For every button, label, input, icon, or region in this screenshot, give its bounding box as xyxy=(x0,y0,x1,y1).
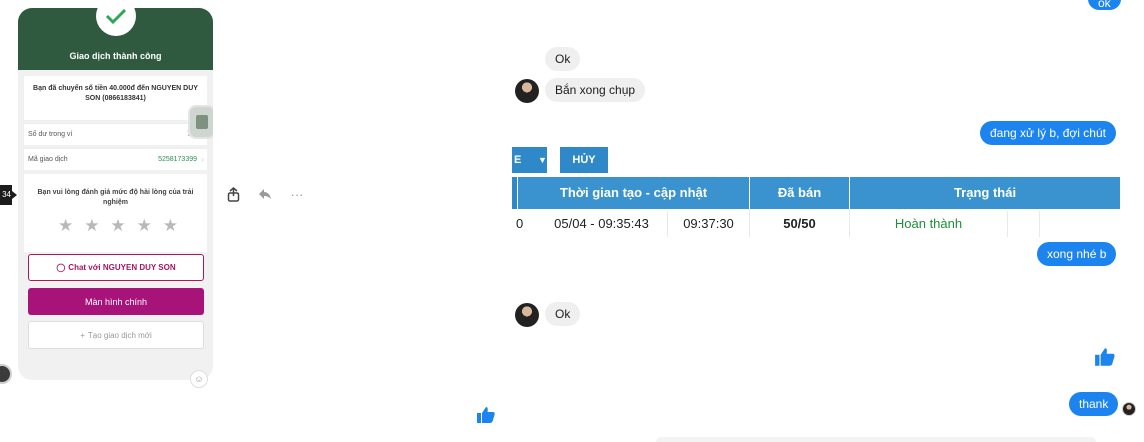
transaction-id-row: Mã giao dịch 5258173399 › xyxy=(24,148,207,170)
outgoing-message[interactable]: xong nhé b xyxy=(1037,242,1117,266)
reply-icon[interactable] xyxy=(256,185,274,203)
chevron-right-icon: › xyxy=(201,155,204,164)
star-icon[interactable]: ★ xyxy=(163,216,178,236)
header-status: Trạng thái xyxy=(953,185,1017,200)
payment-receipt-image[interactable]: Giao dịch thành công Bạn đã chuyển số ti… xyxy=(18,8,213,380)
side-tag: 34 xyxy=(0,185,17,205)
incoming-message[interactable]: Ok xyxy=(545,47,581,71)
star-icon[interactable]: ★ xyxy=(84,216,99,236)
rating-stars: ★ ★ ★ ★ ★ xyxy=(58,216,178,236)
chat-window: Giao dịch thành công Bạn đã chuyển số ti… xyxy=(0,0,1144,442)
rating-prompt: Bạn vui lòng đánh giá mức độ hài lòng củ… xyxy=(37,189,194,206)
incoming-message[interactable]: Bắn xong chụp xyxy=(545,78,646,102)
thumbs-up-icon xyxy=(477,407,495,423)
star-icon[interactable]: ★ xyxy=(137,216,152,236)
new-transaction-button[interactable]: + Tạo giao dịch mới xyxy=(28,321,204,349)
outgoing-message[interactable]: đang xử lý b, đợi chút xyxy=(980,121,1116,145)
chat-with-button[interactable]: ◯ Chat với NGUYEN DUY SON xyxy=(28,254,204,281)
balance-label: Số dư trong ví xyxy=(28,131,73,138)
avatar xyxy=(515,79,539,103)
rating-card xyxy=(24,174,207,252)
share-icon[interactable] xyxy=(224,185,242,203)
star-icon[interactable]: ★ xyxy=(110,216,125,236)
row-updated: 09:37:30 xyxy=(668,211,750,237)
cancel-button[interactable]: HỦY xyxy=(560,147,608,173)
chevron-down-icon: ▼ xyxy=(538,155,547,165)
row-created: 05/04 - 09:35:43 xyxy=(536,211,668,237)
incoming-message[interactable]: Ok xyxy=(545,302,581,326)
header-sold: Đã bán xyxy=(750,177,850,209)
table-header: Thời gian tạo - cập nhật Đã bán Trạng th… xyxy=(512,177,1120,209)
chat-bubble-icon: ◯ xyxy=(56,263,66,272)
balance-row: Số dư trong ví 7.5 xyxy=(24,123,207,145)
row-status: Hoàn thành xyxy=(850,211,1008,237)
more-icon[interactable]: ··· xyxy=(288,185,306,203)
outgoing-message[interactable]: ok xyxy=(1088,0,1121,10)
row-sold: 50/50 xyxy=(750,211,850,237)
header-created-updated: Thời gian tạo - cập nhật xyxy=(518,177,750,209)
row-empty-cell xyxy=(1008,211,1040,237)
avatar xyxy=(515,303,539,327)
thumbs-up-icon xyxy=(1095,348,1115,366)
table-row: 0 05/04 - 09:35:43 09:37:30 50/50 Hoàn t… xyxy=(512,211,1120,237)
receipt-title: Giao dịch thành công xyxy=(69,51,162,61)
receipt-message: Bạn đã chuyển số tiền 40.000đ đến NGUYEN… xyxy=(33,85,198,102)
transaction-id-value: 5258173399 xyxy=(158,156,197,163)
chat-with-label: Chat với NGUYEN DUY SON xyxy=(68,263,176,272)
outgoing-message[interactable]: thank xyxy=(1069,392,1119,416)
add-reaction-icon[interactable]: ☺ xyxy=(190,370,208,388)
wallet-badge-icon xyxy=(188,105,213,139)
seen-avatar xyxy=(1122,402,1136,416)
new-transaction-label: Tạo giao dịch mới xyxy=(87,330,152,340)
order-table-image[interactable]: E ▼ HỦY Thời gian tạo - cập nhật Đã bán … xyxy=(512,145,1120,240)
plus-icon: + xyxy=(80,330,85,340)
star-icon[interactable]: ★ xyxy=(58,216,73,236)
row-index: 0 xyxy=(516,216,524,231)
home-screen-button[interactable]: Màn hình chính xyxy=(28,288,204,315)
message-input[interactable] xyxy=(656,437,1096,442)
transaction-id-label: Mã giao dịch xyxy=(28,156,68,163)
avatar xyxy=(0,364,12,384)
message-actions: ··· xyxy=(224,184,306,204)
